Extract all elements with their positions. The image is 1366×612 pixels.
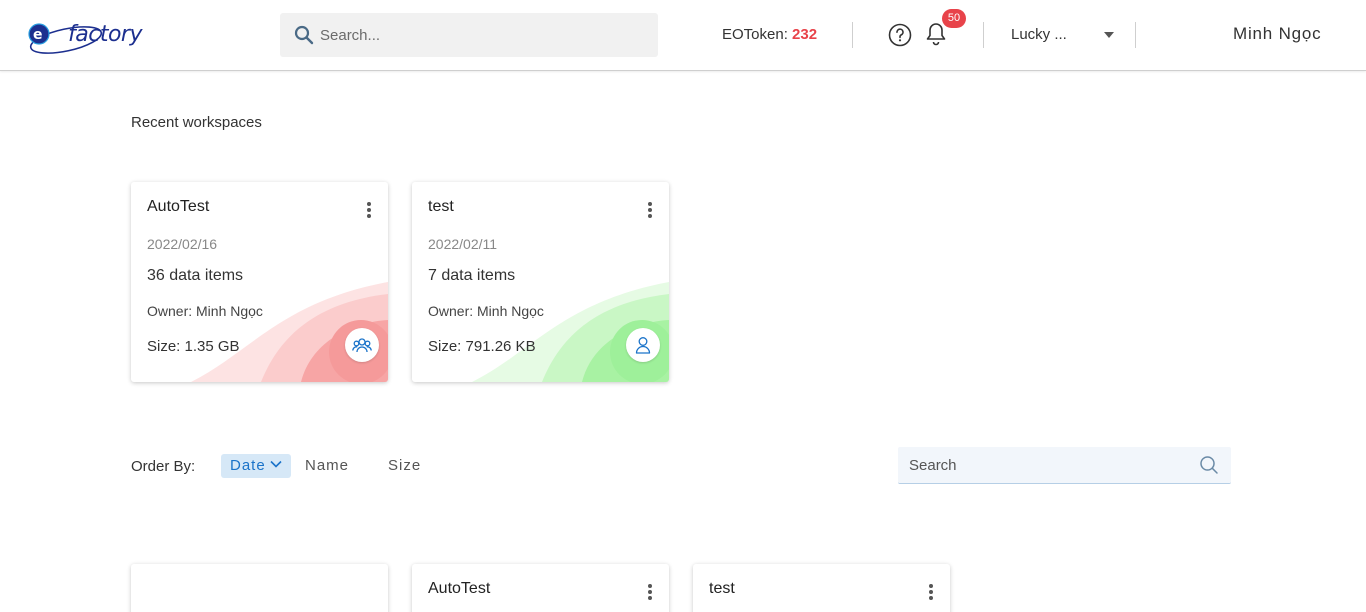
private-workspace-icon xyxy=(626,328,660,362)
workspace-card[interactable]: AutoTest xyxy=(412,564,669,612)
user-name[interactable]: Minh Ngọc xyxy=(1233,24,1321,44)
search-input[interactable] xyxy=(320,23,640,47)
divider xyxy=(852,22,853,48)
order-option-date[interactable]: Date xyxy=(221,454,291,478)
svg-text:e: e xyxy=(33,27,43,43)
help-icon[interactable] xyxy=(888,23,912,47)
workspace-item-count: 36 data items xyxy=(147,267,244,284)
shared-workspace-icon xyxy=(345,328,379,362)
search-icon[interactable] xyxy=(1199,455,1219,475)
workspace-card-new[interactable] xyxy=(131,564,388,612)
workspace-card[interactable]: test 2022/02/11 7 data items Owner: Minh… xyxy=(412,182,669,382)
more-options-icon[interactable] xyxy=(924,584,938,604)
order-option-label: Date xyxy=(230,457,266,474)
token-balance: EOToken: 232 xyxy=(722,26,817,43)
workspace-size: Size: 791.26 KB xyxy=(428,338,536,355)
workspace-name[interactable]: AutoTest xyxy=(428,580,490,598)
top-header: e factory EOToken: 232 50 Lucky ... Minh… xyxy=(0,0,1366,71)
recent-workspaces-title: Recent workspaces xyxy=(131,114,262,131)
workspace-name[interactable]: test xyxy=(709,580,735,598)
workspace-name[interactable]: AutoTest xyxy=(147,198,209,216)
divider xyxy=(1135,22,1136,48)
more-options-icon[interactable] xyxy=(643,584,657,604)
group-icon xyxy=(352,338,372,353)
caret-down-icon xyxy=(1104,32,1114,38)
workspace-selector-label: Lucky ... xyxy=(1011,26,1067,43)
token-label: EOToken: xyxy=(722,26,788,43)
workspace-date: 2022/02/11 xyxy=(428,236,498,252)
workspace-card[interactable]: AutoTest 2022/02/16 36 data items Owner:… xyxy=(131,182,388,382)
logo-text: factory xyxy=(68,22,142,47)
workspace-selector[interactable]: Lucky ... xyxy=(1011,26,1117,46)
token-value: 232 xyxy=(792,26,818,43)
workspace-owner: Owner: Minh Ngọc xyxy=(147,303,263,319)
order-option-size[interactable]: Size xyxy=(388,454,421,478)
global-search[interactable] xyxy=(280,13,658,57)
user-icon xyxy=(635,337,651,354)
divider xyxy=(983,22,984,48)
workspace-card[interactable]: test xyxy=(693,564,950,612)
efactory-logo[interactable]: e factory xyxy=(28,12,142,60)
workspace-owner: Owner: Minh Ngọc xyxy=(428,303,544,319)
workspace-size: Size: 1.35 GB xyxy=(147,338,240,355)
workspace-item-count: 7 data items xyxy=(428,267,516,284)
workspace-search[interactable] xyxy=(898,447,1231,484)
more-options-icon[interactable] xyxy=(362,202,376,222)
notification-badge: 50 xyxy=(942,9,966,28)
chevron-down-icon xyxy=(270,460,282,468)
search-icon xyxy=(294,25,314,45)
order-by-label: Order By: xyxy=(131,458,196,475)
workspace-search-input[interactable] xyxy=(909,455,1189,475)
more-options-icon[interactable] xyxy=(643,202,657,222)
workspace-name[interactable]: test xyxy=(428,198,454,216)
order-option-name[interactable]: Name xyxy=(305,454,349,478)
workspace-date: 2022/02/16 xyxy=(147,236,218,252)
